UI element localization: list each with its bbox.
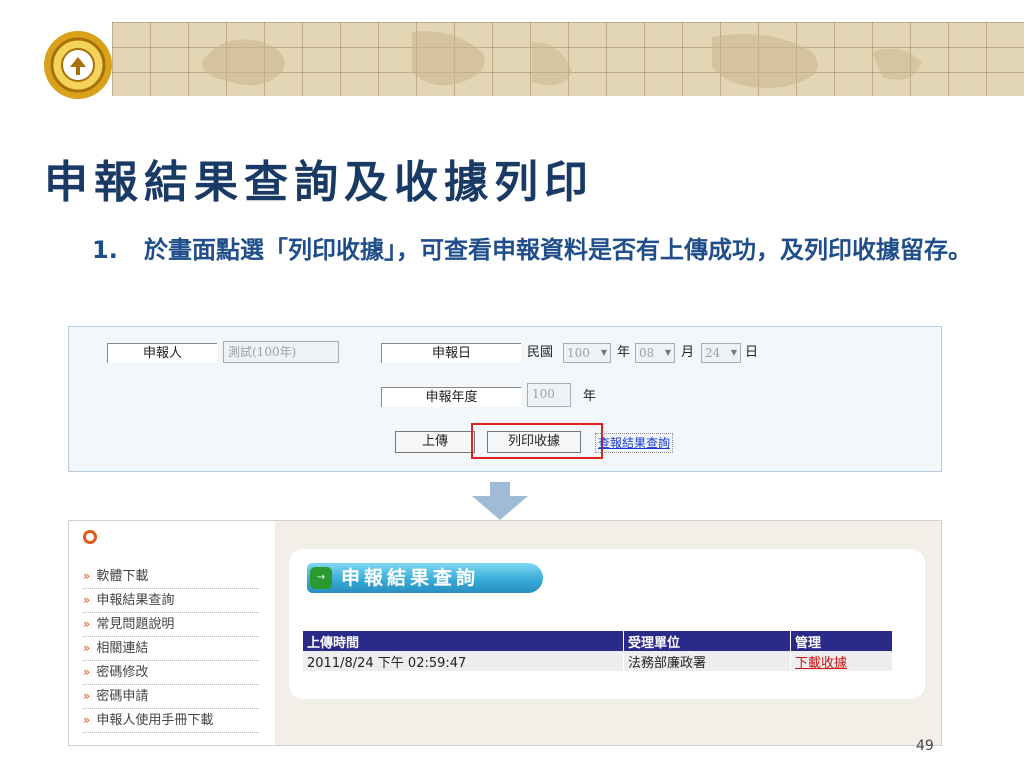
report-year-label: 申報年度: [381, 387, 521, 407]
print-receipt-highlight: [471, 423, 603, 459]
sidebar-item-label: 申報人使用手冊下載: [96, 713, 214, 728]
sidebar-item-label: 申報結果查詢: [96, 593, 175, 608]
month-select[interactable]: 08 ▼: [635, 343, 675, 363]
query-result-link[interactable]: 查報結果查詢: [595, 433, 674, 453]
sidebar-item-label: 相關連結: [96, 641, 149, 656]
era-label: 民國: [527, 345, 554, 360]
column-header-upload-time: 上傳時間: [303, 631, 624, 651]
day-select[interactable]: 24 ▼: [701, 343, 741, 363]
result-table: 上傳時間 受理單位 管理 2011/8/24 下午 02:59:47 法務部廉政…: [303, 631, 893, 671]
column-header-unit: 受理單位: [623, 631, 791, 651]
double-chevron-icon: »: [83, 641, 91, 655]
upload-button[interactable]: 上傳: [395, 431, 475, 453]
government-emblem-icon: [40, 27, 116, 103]
step-text: 於畫面點選「列印收據」，可查看申報資料是否有上傳成功，及列印收據留存。: [144, 236, 972, 264]
chevron-down-icon: ▼: [600, 348, 607, 357]
down-arrow-icon: [468, 482, 532, 522]
cell-unit: 法務部廉政署: [623, 651, 791, 671]
download-receipt-link[interactable]: 下載收據: [795, 656, 847, 671]
double-chevron-icon: »: [83, 569, 91, 583]
report-date-label: 申報日: [381, 343, 521, 363]
year-select-value: 100: [567, 346, 590, 360]
year-select[interactable]: 100 ▼: [563, 343, 611, 363]
applicant-label: 申報人: [107, 343, 217, 363]
header-banner: [0, 12, 1024, 99]
sidebar-item-faq[interactable]: » 常見問題說明: [83, 613, 259, 637]
sidebar-item-label: 密碼申請: [96, 689, 149, 704]
month-unit: 月: [681, 345, 695, 360]
sidebar-item-software-download[interactable]: » 軟體下載: [83, 565, 259, 589]
arrow-right-icon: →: [310, 567, 332, 589]
sidebar-item-label: 密碼修改: [96, 665, 149, 680]
year-unit: 年: [617, 345, 631, 360]
applicant-input[interactable]: 測試(100年): [223, 341, 339, 363]
double-chevron-icon: »: [83, 665, 91, 679]
slide-title: 申報結果查詢及收據列印: [44, 157, 594, 208]
cell-upload-time: 2011/8/24 下午 02:59:47: [303, 651, 624, 671]
sidebar-item-password-change[interactable]: » 密碼修改: [83, 661, 259, 685]
step-number: 1.: [92, 236, 118, 264]
double-chevron-icon: »: [83, 617, 91, 631]
month-select-value: 08: [639, 346, 655, 360]
report-year-unit: 年: [583, 389, 597, 404]
sidebar-item-result-query[interactable]: » 申報結果查詢: [83, 589, 259, 613]
sidebar-menu: » 軟體下載 » 申報結果查詢 » 常見問題說明 » 相關連結 » 密碼修改 » 密碼申請 …: [83, 565, 259, 733]
sidebar-item-label: 常見問題說明: [96, 617, 175, 632]
table-row: 2011/8/24 下午 02:59:47 法務部廉政署 下載收據: [303, 651, 893, 671]
result-card: → 申報結果查詢 上傳時間 受理單位 管理 2011/8/24 下午 02:59…: [289, 549, 925, 699]
column-header-manage: 管理: [790, 631, 893, 651]
cell-manage: 下載收據: [790, 651, 893, 671]
result-screenshot-panel: » 軟體下載 » 申報結果查詢 » 常見問題說明 » 相關連結 » 密碼修改 » 密碼申請 …: [68, 520, 942, 746]
chevron-down-icon: ▼: [664, 348, 671, 357]
sidebar-item-manual-download[interactable]: » 申報人使用手冊下載: [83, 709, 259, 733]
double-chevron-icon: »: [83, 689, 91, 703]
day-select-value: 24: [705, 346, 721, 360]
result-header-title: 申報結果查詢: [341, 567, 480, 589]
sidebar-item-links[interactable]: » 相關連結: [83, 637, 259, 661]
double-chevron-icon: »: [83, 713, 91, 727]
day-unit: 日: [745, 345, 759, 360]
report-form-panel: 申報人 測試(100年) 申報日 民國 100 ▼ 年 08 ▼ 月 24 ▼ 日 申…: [68, 326, 942, 472]
sidebar-item-password-apply[interactable]: » 密碼申請: [83, 685, 259, 709]
result-header: → 申報結果查詢: [307, 563, 543, 593]
double-chevron-icon: »: [83, 593, 91, 607]
world-map-graphic: [202, 31, 922, 88]
chevron-down-icon: ▼: [730, 348, 737, 357]
report-year-input[interactable]: 100: [527, 383, 571, 407]
table-header-row: 上傳時間 受理單位 管理: [303, 631, 893, 651]
sidebar-item-label: 軟體下載: [96, 569, 149, 584]
ring-bullet-icon: [83, 530, 97, 544]
page-number: 49: [916, 738, 934, 754]
world-map-banner: [112, 22, 1024, 96]
